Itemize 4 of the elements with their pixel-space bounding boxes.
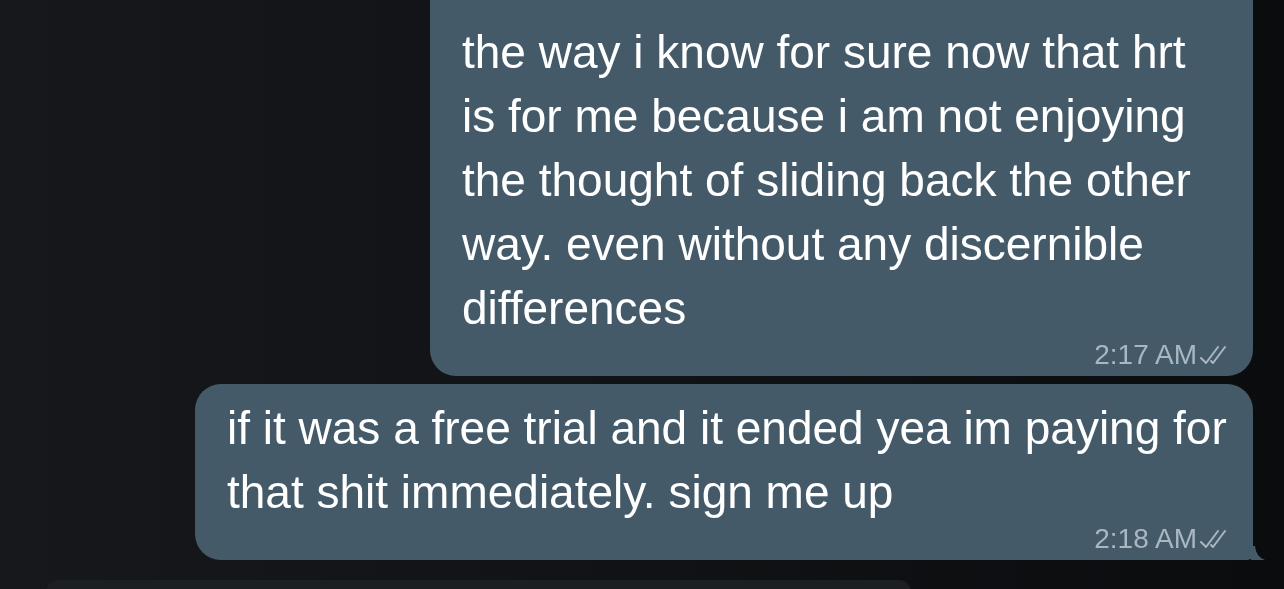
message-time: 2:17 AM (1094, 340, 1197, 370)
message-time: 2:18 AM (1094, 524, 1197, 554)
message-text: if it was a free trial and it ended yea im paying for that shit immediately. sign me up (227, 401, 1227, 520)
message-text: the way i know for sure now that hrt is for me because i am not enjoying the thought of sliding back the other way. even without any discernible differences (462, 25, 1192, 336)
